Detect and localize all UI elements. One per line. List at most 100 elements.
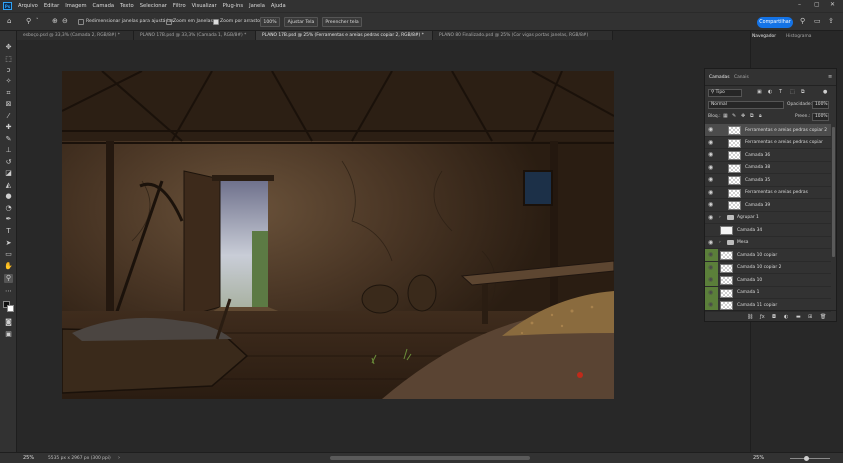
pen-tool-icon[interactable]: ✒ bbox=[4, 215, 13, 224]
menu-ajuda[interactable]: Ajuda bbox=[271, 3, 286, 9]
background-color-swatch[interactable] bbox=[7, 305, 14, 312]
layer-row[interactable]: ◉ Camada 10 copiar 2 bbox=[705, 261, 831, 274]
zoom-tool-icon[interactable]: ⚲ bbox=[4, 274, 13, 283]
quick-mask-icon[interactable]: ◙ bbox=[4, 318, 13, 327]
eye-icon[interactable]: ◉ bbox=[708, 276, 713, 283]
magic-wand-tool-icon[interactable]: ✧ bbox=[4, 77, 13, 86]
zoom-tool-icon[interactable]: ⚲ bbox=[26, 17, 31, 25]
share-export-icon[interactable]: ⇪ bbox=[828, 17, 834, 25]
eye-icon[interactable]: ◉ bbox=[708, 214, 713, 221]
layer-row[interactable]: ◉ Camada 36 bbox=[705, 149, 831, 162]
crop-tool-icon[interactable]: ⌗ bbox=[4, 89, 13, 98]
chevron-right-icon[interactable]: › bbox=[118, 455, 120, 461]
filter-pixel-icon[interactable]: ▣ bbox=[757, 89, 762, 95]
home-icon[interactable]: ⌂ bbox=[7, 17, 11, 25]
layer-row[interactable]: ◉ Camada 1 bbox=[705, 286, 831, 299]
eraser-tool-icon[interactable]: ◪ bbox=[4, 169, 13, 178]
rectangle-tool-icon[interactable]: ▭ bbox=[4, 250, 13, 259]
menu-selecionar[interactable]: Selecionar bbox=[140, 3, 167, 9]
layer-row[interactable]: ◉ Ferramentas e areias pedras bbox=[705, 187, 831, 199]
document-size[interactable]: 5535 px x 2967 px (300 ppi) bbox=[48, 456, 111, 461]
layer-filter-select[interactable]: ⚲ Tipo bbox=[708, 89, 742, 97]
visibility-toggle[interactable] bbox=[705, 224, 718, 236]
artwork-canvas[interactable] bbox=[62, 71, 614, 399]
tab-plano-80[interactable]: PLANO 80 Finalizado.psd @ 25% (Cor vigas… bbox=[433, 31, 613, 40]
workspace-icon[interactable]: ▭ bbox=[814, 17, 821, 25]
add-mask-icon[interactable]: ◘ bbox=[772, 314, 776, 320]
layer-group-row[interactable]: ◉ › Mesa bbox=[705, 237, 831, 249]
tab-plano-17b-33[interactable]: PLANO 17B.psd @ 33,3% (Camada 1, RGB/8#)… bbox=[134, 31, 256, 40]
fill-screen-button[interactable]: Preencher tela bbox=[322, 17, 362, 27]
blur-tool-icon[interactable]: ● bbox=[4, 192, 13, 201]
minimize-icon[interactable]: – bbox=[798, 1, 801, 8]
layer-row[interactable]: ◉ Camada 10 copiar bbox=[705, 249, 831, 262]
layer-row[interactable]: ◉ Camada 35 bbox=[705, 174, 831, 187]
tab-navigator[interactable]: Navegador bbox=[752, 34, 776, 39]
eye-icon[interactable]: ◉ bbox=[708, 264, 713, 271]
share-button[interactable]: Compartilhar bbox=[757, 17, 793, 28]
eye-icon[interactable]: ◉ bbox=[708, 239, 713, 246]
scrubby-zoom-checkbox[interactable] bbox=[213, 19, 219, 25]
path-selection-tool-icon[interactable]: ➤ bbox=[4, 239, 13, 248]
eye-icon[interactable]: ◉ bbox=[708, 126, 713, 133]
menu-filtro[interactable]: Filtro bbox=[173, 3, 186, 9]
horizontal-scrollbar[interactable] bbox=[330, 456, 530, 460]
tab-histogram[interactable]: Histograma bbox=[786, 34, 811, 39]
layer-row[interactable]: ◉ Ferramentas e areias pedras copiar 2 bbox=[705, 124, 831, 137]
layer-row[interactable]: ◉ Ferramentas e areias pedras copiar bbox=[705, 137, 831, 149]
navigator-zoom[interactable]: 25% bbox=[753, 455, 764, 461]
zoom-level[interactable]: 25% bbox=[23, 455, 34, 461]
eye-icon[interactable]: ◉ bbox=[708, 164, 713, 171]
tab-esboco[interactable]: esboço.psd @ 33,3% (Camada 2, RGB/8#) * bbox=[17, 31, 134, 40]
zoom-out-icon[interactable]: ⊖ bbox=[62, 17, 68, 25]
new-group-icon[interactable]: ▬ bbox=[796, 314, 801, 320]
layer-row[interactable]: ◉ Camada 39 bbox=[705, 199, 831, 212]
lock-pixels-icon[interactable]: ✎ bbox=[732, 113, 736, 119]
menu-texto[interactable]: Texto bbox=[120, 3, 134, 9]
eye-icon[interactable]: ◉ bbox=[708, 201, 713, 208]
link-layers-icon[interactable]: ⛓ bbox=[747, 314, 753, 320]
blend-mode-select[interactable]: Normal bbox=[708, 101, 784, 109]
layer-style-icon[interactable]: ƒx bbox=[760, 314, 765, 320]
chevron-right-icon[interactable]: › bbox=[719, 215, 721, 220]
move-tool-icon[interactable]: ✥ bbox=[4, 43, 13, 52]
menu-arquivo[interactable]: Arquivo bbox=[18, 3, 38, 9]
zoom-all-windows-checkbox[interactable] bbox=[166, 19, 172, 25]
layers-scrollbar[interactable] bbox=[832, 127, 835, 257]
close-icon[interactable]: ✕ bbox=[830, 1, 835, 8]
eye-icon[interactable]: ◉ bbox=[708, 301, 713, 308]
screen-mode-icon[interactable]: ▣ bbox=[4, 330, 13, 339]
healing-brush-tool-icon[interactable]: ✚ bbox=[4, 123, 13, 132]
chevron-down-icon[interactable]: ˅ bbox=[36, 18, 39, 24]
layer-row[interactable]: ◉ Camada 10 bbox=[705, 274, 831, 287]
opacity-input[interactable]: 100% bbox=[812, 101, 829, 109]
eyedropper-tool-icon[interactable]: ⁄ bbox=[4, 112, 13, 121]
navigator-zoom-slider[interactable] bbox=[790, 458, 830, 459]
menu-plugins[interactable]: Plug-ins bbox=[223, 3, 243, 9]
lock-position-icon[interactable]: ✥ bbox=[741, 113, 745, 119]
zoom-slider-handle[interactable] bbox=[804, 456, 809, 461]
menu-camada[interactable]: Camada bbox=[93, 3, 115, 9]
resize-windows-checkbox[interactable] bbox=[78, 19, 84, 25]
filter-toggle-icon[interactable]: ● bbox=[823, 89, 827, 95]
trash-icon[interactable]: 🗑︎ bbox=[820, 314, 826, 320]
panel-menu-icon[interactable]: ≡ bbox=[828, 74, 832, 80]
menu-janela[interactable]: Janela bbox=[249, 3, 265, 9]
eye-icon[interactable]: ◉ bbox=[708, 151, 713, 158]
lock-transparent-icon[interactable]: ▦ bbox=[723, 113, 728, 119]
maximize-icon[interactable]: ▢ bbox=[814, 1, 820, 8]
filter-type-icon[interactable]: T bbox=[779, 89, 782, 95]
eye-icon[interactable]: ◉ bbox=[708, 251, 713, 258]
brush-tool-icon[interactable]: ✎ bbox=[4, 135, 13, 144]
menu-visualizar[interactable]: Visualizar bbox=[192, 3, 217, 9]
eye-icon[interactable]: ◉ bbox=[708, 176, 713, 183]
eye-icon[interactable]: ◉ bbox=[708, 189, 713, 196]
layer-row[interactable]: Camada 34 bbox=[705, 224, 831, 237]
new-layer-icon[interactable]: ⊞ bbox=[808, 314, 812, 320]
chevron-right-icon[interactable]: › bbox=[719, 240, 721, 245]
history-brush-tool-icon[interactable]: ↺ bbox=[4, 158, 13, 167]
marquee-tool-icon[interactable]: ⬚ bbox=[4, 55, 13, 64]
zoom-100-button[interactable]: 100% bbox=[260, 17, 280, 27]
layer-group-row[interactable]: ◉ › Agrupar 1 bbox=[705, 212, 831, 224]
lock-all-icon[interactable]: 🔒︎ bbox=[759, 113, 762, 119]
